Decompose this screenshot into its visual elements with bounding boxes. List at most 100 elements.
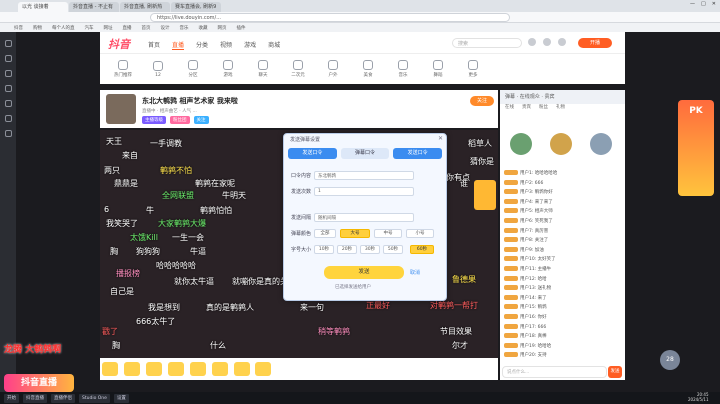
category-item[interactable]: 12	[145, 60, 171, 78]
interval-input[interactable]: 随机间隔	[314, 213, 414, 222]
chat-message[interactable]: 用户7: 真厉害	[504, 227, 548, 234]
taskbar-item[interactable]: 直播伴侣	[51, 393, 75, 403]
bookmark-item[interactable]: 设计	[161, 25, 170, 31]
category-item[interactable]: 二次元	[285, 60, 311, 78]
fan-badge[interactable]: 粉丝团	[170, 116, 190, 124]
dialog-cancel-button[interactable]: 取消	[410, 269, 420, 276]
bookmark-item[interactable]: 汽车	[85, 25, 94, 31]
settings-icon[interactable]	[4, 130, 12, 137]
bookmark-item[interactable]: 插件	[237, 25, 246, 31]
rank-tab[interactable]: 礼物	[556, 104, 565, 114]
follow-button[interactable]: 关注	[470, 96, 494, 106]
taskbar-item[interactable]: 设置	[113, 393, 129, 403]
start-button[interactable]: 开始	[4, 393, 19, 403]
chat-message[interactable]: 用户13: 送礼物	[504, 285, 551, 291]
chat-message[interactable]: 用户12: 哈哈	[504, 275, 547, 282]
search-input[interactable]: 搜索	[452, 38, 522, 48]
bookmark-item[interactable]: 网址	[104, 25, 113, 31]
nav-item-live[interactable]: 直播	[172, 40, 185, 50]
category-item[interactable]: 分区	[180, 60, 206, 78]
command-input[interactable]: 东北鹌鹑	[314, 171, 414, 180]
chat-message[interactable]: 用户11: 主播牛	[504, 266, 551, 272]
chat-message[interactable]: 用户15: 鹌鹑	[504, 304, 547, 310]
time-chip[interactable]: 20秒	[337, 245, 357, 254]
gift-item[interactable]	[255, 362, 272, 376]
browser-tab[interactable]: 抖音直播, 刷新热	[120, 2, 170, 12]
size-chip-selected[interactable]: 大号	[340, 229, 370, 238]
count-input[interactable]: 1	[314, 187, 414, 196]
rank-avatar[interactable]	[510, 133, 532, 155]
maximize-button[interactable]: □	[701, 1, 706, 7]
rank-tab[interactable]: 贵宾	[522, 104, 531, 114]
site-logo[interactable]: 抖音	[108, 36, 130, 52]
nav-item[interactable]: 视频	[220, 40, 232, 50]
bookmark-item[interactable]: 直播	[123, 25, 132, 31]
category-item[interactable]: 音乐	[390, 60, 416, 78]
close-window-button[interactable]: ✕	[712, 1, 716, 7]
dialog-tab[interactable]: 发送口令	[393, 148, 443, 159]
category-item[interactable]: 美食	[355, 60, 381, 78]
bookmark-item[interactable]: 网页	[218, 25, 227, 31]
time-chip[interactable]: 30秒	[360, 245, 380, 254]
pk-banner[interactable]: PK	[678, 100, 714, 196]
chat-message[interactable]: 用户17: 666	[504, 323, 546, 330]
nav-item[interactable]: 游戏	[244, 40, 256, 50]
category-item[interactable]: 热门推荐	[110, 60, 136, 78]
start-live-button[interactable]: 开播	[578, 38, 612, 48]
bookmark-item[interactable]: 音乐	[180, 25, 189, 31]
gift-item[interactable]	[211, 362, 228, 376]
category-item[interactable]: 舞蹈	[425, 60, 451, 78]
size-chip[interactable]: 中号	[374, 229, 402, 238]
time-chip[interactable]: 10秒	[314, 245, 334, 254]
rank-tab[interactable]: 粉丝	[539, 104, 548, 114]
browser-tab[interactable]: 赛车直播会, 刷新9	[171, 2, 221, 12]
chat-message[interactable]: 用户14: 来了	[504, 294, 547, 301]
download-icon[interactable]	[4, 85, 12, 92]
browser-tab[interactable]: 抖音直播 - 不止有	[69, 2, 119, 12]
gift-item[interactable]	[233, 362, 250, 376]
rank-avatar[interactable]	[550, 133, 572, 155]
chat-message[interactable]: 用户10: 太好笑了	[504, 256, 556, 262]
gift-item[interactable]	[145, 362, 162, 376]
chat-message[interactable]: 用户20: 支持	[504, 352, 547, 358]
rank-tab[interactable]: 在线	[505, 104, 514, 114]
rank-avatar[interactable]	[590, 133, 612, 155]
bookmark-icon[interactable]	[4, 55, 12, 62]
minimize-button[interactable]: —	[690, 1, 695, 7]
notification-icon[interactable]	[543, 38, 551, 46]
taskbar-item[interactable]: Studio One	[79, 393, 110, 403]
chat-message[interactable]: 用户6: 笑死我了	[504, 218, 553, 224]
message-icon[interactable]	[528, 38, 536, 46]
streamer-avatar[interactable]	[106, 94, 136, 124]
dialog-send-button[interactable]: 发送	[324, 266, 404, 279]
chat-send-button[interactable]: 发送	[608, 366, 622, 378]
category-item[interactable]: 户外	[320, 60, 346, 78]
chat-message[interactable]: 用户1: 哈哈哈哈哈	[504, 170, 557, 176]
chat-message[interactable]: 用户4: 来了来了	[504, 198, 553, 205]
time-chip-selected[interactable]: 60秒	[410, 245, 434, 254]
chat-message[interactable]: 用户19: 哈哈哈	[504, 342, 551, 349]
chat-message[interactable]: 用户3: 鹌鹑你好	[504, 189, 553, 195]
chat-input[interactable]: 说点什么...	[502, 366, 607, 378]
bookmark-item[interactable]: 每个人的直	[52, 25, 75, 31]
time-chip[interactable]: 50秒	[383, 245, 403, 254]
url-input[interactable]: https://live.douyin.com/...	[150, 13, 510, 22]
bookmark-item[interactable]: 首页	[142, 25, 151, 31]
nav-item[interactable]: 分类	[196, 40, 208, 50]
mail-icon[interactable]	[4, 115, 12, 122]
gift-item[interactable]	[189, 362, 206, 376]
chat-message[interactable]: 用户8: 关注了	[504, 237, 548, 243]
size-chip[interactable]: 小号	[406, 229, 434, 238]
browser-tab[interactable]: 以光 谈接着	[18, 2, 68, 12]
taskbar-item[interactable]: 抖音直播	[23, 393, 47, 403]
close-icon[interactable]: ✕	[438, 135, 443, 142]
follow-badge[interactable]: 关注	[193, 116, 209, 124]
chat-message[interactable]: 用户2: 666	[504, 179, 543, 186]
bookmark-item[interactable]: 抖音	[14, 25, 23, 31]
home-icon[interactable]	[4, 40, 12, 47]
nav-item[interactable]: 首页	[148, 40, 160, 50]
dialog-tab-selected[interactable]: 弹幕口令	[340, 148, 390, 159]
chat-message[interactable]: 用户5: 相声大师	[504, 208, 553, 214]
category-item[interactable]: 游戏	[215, 60, 241, 78]
bookmark-item[interactable]: 购物	[33, 25, 42, 31]
